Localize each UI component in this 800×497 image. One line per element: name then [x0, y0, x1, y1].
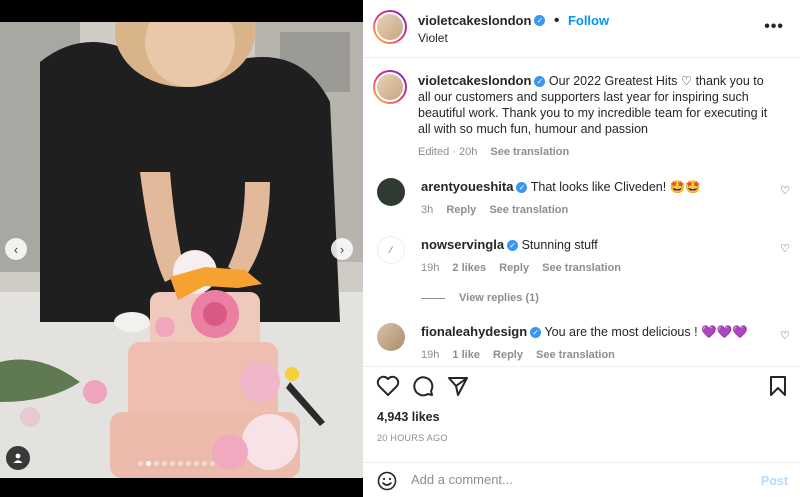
chevron-right-icon: ›	[339, 241, 345, 257]
carousel-dot	[202, 461, 207, 466]
post-header: violetcakeslondon ✓ • Follow Violet •••	[363, 0, 800, 58]
follow-button[interactable]: Follow	[568, 13, 609, 28]
comment-likes-count[interactable]: 1 like	[452, 349, 480, 361]
comment-avatar[interactable]	[377, 323, 405, 351]
cake-photo-illustration	[0, 22, 363, 478]
carousel-dot	[154, 461, 159, 466]
caption-see-translation[interactable]: See translation	[490, 146, 569, 158]
carousel-dot	[186, 461, 191, 466]
caption: violetcakeslondon ✓ Our 2022 Greatest Hit…	[418, 73, 778, 158]
likes-count[interactable]: 4,943 likes	[377, 410, 440, 424]
carousel-dot	[170, 461, 175, 466]
comment-username[interactable]: arentyoueshita	[421, 179, 513, 194]
carousel-dot	[162, 461, 167, 466]
comment-avatar[interactable]	[377, 178, 405, 206]
bookmark-save-icon[interactable]	[769, 375, 787, 397]
comment-see-translation[interactable]: See translation	[536, 349, 615, 361]
comment-time: 19h	[421, 349, 440, 361]
header-author-row: violetcakeslondon ✓ • Follow	[418, 12, 609, 30]
comment-reply-button[interactable]: Reply	[499, 262, 529, 274]
replies-line-divider	[421, 297, 445, 299]
comment-like-heart-icon[interactable]: ♡	[780, 329, 790, 342]
caption-username[interactable]: violetcakeslondon	[418, 73, 531, 88]
verified-badge-icon: ✓	[534, 15, 546, 27]
comments-section: violetcakeslondon ✓ Our 2022 Greatest Hit…	[363, 58, 800, 366]
comment-time: 3h	[421, 204, 434, 216]
comment-like-heart-icon[interactable]: ♡	[780, 184, 790, 197]
comment-meta: 19h 2 likes Reply See translation	[421, 262, 761, 274]
comment-username[interactable]: fionaleahydesign	[421, 324, 527, 339]
emoji-smiley-icon[interactable]	[377, 471, 397, 491]
verified-badge-icon: ✓	[530, 327, 542, 339]
post-media: ‹ ›	[0, 0, 363, 497]
carousel-dot	[178, 461, 183, 466]
comment-reply-button[interactable]: Reply	[493, 349, 523, 361]
view-replies-label: View replies (1)	[459, 292, 539, 304]
like-heart-icon[interactable]	[376, 375, 400, 397]
comment-like-heart-icon[interactable]: ♡	[780, 242, 790, 255]
verified-badge-icon: ✓	[516, 182, 528, 194]
comment-time: 19h	[421, 262, 440, 274]
carousel-dot	[146, 461, 151, 466]
comment-text: You are the most delicious ! 💜💜💜	[544, 325, 748, 339]
add-comment-bar: Post	[363, 462, 800, 497]
comment-item: nowservingla ✓ Stunning stuff 19h 2 likes…	[421, 237, 761, 304]
comment-see-translation[interactable]: See translation	[489, 204, 568, 216]
carousel-dot	[138, 461, 143, 466]
separator-dot: •	[553, 12, 560, 29]
post-comment-button[interactable]: Post	[761, 474, 788, 488]
post-panel: violetcakeslondon ✓ • Follow Violet ••• v…	[363, 0, 800, 497]
add-comment-input[interactable]	[411, 472, 741, 487]
carousel-next-button[interactable]: ›	[331, 238, 353, 260]
caption-edited-time: Edited · 20h	[418, 146, 478, 158]
post-location[interactable]: Violet	[418, 31, 448, 45]
comment-meta: 3h Reply See translation	[421, 204, 761, 216]
post-actions: 4,943 likes 20 HOURS AGO	[363, 366, 800, 462]
author-username[interactable]: violetcakeslondon	[418, 13, 531, 28]
comment-item: arentyoueshita ✓ That looks like Cliveden…	[421, 179, 761, 216]
comment-text: That looks like Cliveden! 🤩🤩	[530, 180, 701, 194]
person-icon	[13, 453, 23, 463]
comment-reply-button[interactable]: Reply	[446, 204, 476, 216]
comment-see-translation[interactable]: See translation	[542, 262, 621, 274]
post-time-ago: 20 HOURS AGO	[377, 433, 448, 443]
caption-meta: Edited · 20h See translation	[418, 146, 778, 158]
tagged-people-button[interactable]	[6, 446, 30, 470]
comment-item: fionaleahydesign ✓ You are the most delic…	[421, 324, 761, 361]
verified-badge-icon: ✓	[534, 76, 546, 88]
carousel-dot	[210, 461, 215, 466]
comment-avatar[interactable]: ⁄	[377, 236, 405, 264]
share-send-icon[interactable]	[447, 375, 469, 397]
comment-username[interactable]: nowservingla	[421, 237, 504, 252]
comment-text: Stunning stuff	[521, 238, 598, 252]
carousel-indicator	[138, 461, 215, 466]
comment-meta: 19h 1 like Reply See translation	[421, 349, 761, 361]
post-photo[interactable]	[0, 22, 363, 478]
chevron-left-icon: ‹	[13, 241, 19, 257]
verified-badge-icon: ✓	[507, 240, 519, 252]
more-options-icon[interactable]: •••	[764, 18, 784, 36]
comment-bubble-icon[interactable]	[412, 375, 434, 397]
carousel-dot	[194, 461, 199, 466]
caption-author-avatar[interactable]	[373, 70, 407, 104]
author-avatar[interactable]	[373, 10, 407, 44]
comment-likes-count[interactable]: 2 likes	[452, 262, 486, 274]
view-replies-button[interactable]: View replies (1)	[421, 292, 761, 304]
carousel-prev-button[interactable]: ‹	[5, 238, 27, 260]
